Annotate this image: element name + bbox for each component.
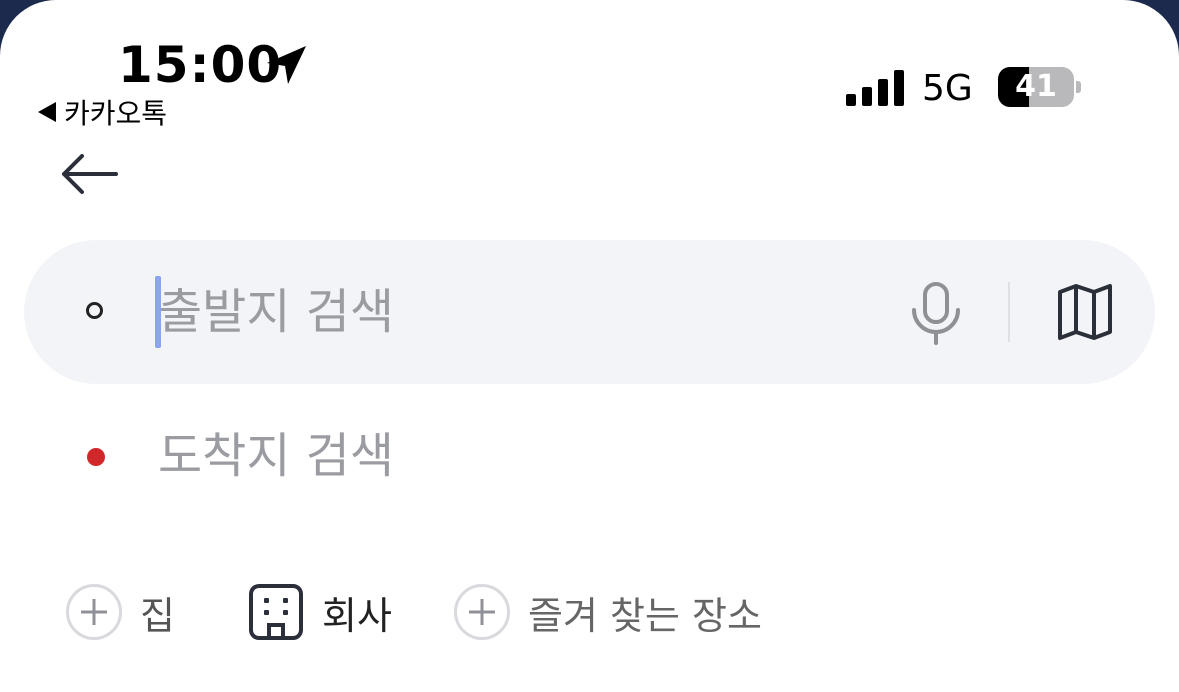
status-time: 15:00 bbox=[118, 36, 283, 94]
quick-place-label: 즐겨 찾는 장소 bbox=[528, 593, 762, 638]
plus-circle-icon bbox=[454, 584, 510, 640]
quick-place-favorites[interactable]: 즐겨 찾는 장소 bbox=[454, 582, 762, 642]
quick-place-label: 집 bbox=[140, 593, 175, 638]
quick-place-home[interactable]: 집 bbox=[66, 582, 175, 642]
plus-circle-icon bbox=[66, 584, 122, 640]
network-type: 5G bbox=[922, 68, 973, 109]
search-divider bbox=[1008, 282, 1010, 342]
back-to-app-link[interactable]: 카카오톡 bbox=[38, 92, 167, 132]
destination-search-input[interactable] bbox=[158, 414, 878, 498]
origin-dot-icon bbox=[86, 302, 103, 319]
destination-dot-icon bbox=[87, 448, 105, 466]
arrow-left-icon[interactable] bbox=[56, 146, 122, 202]
route-search-sheet: 15:00 카카오톡 5G 41 집 bbox=[0, 0, 1179, 692]
cellular-signal-icon bbox=[846, 70, 904, 106]
battery-level: 41 bbox=[1015, 69, 1057, 104]
origin-search-input[interactable] bbox=[158, 270, 878, 354]
back-app-label: 카카오톡 bbox=[64, 97, 168, 130]
text-caret bbox=[155, 276, 161, 348]
microphone-icon[interactable] bbox=[908, 280, 964, 346]
location-arrow-icon bbox=[267, 46, 306, 84]
battery-cap bbox=[1076, 81, 1081, 93]
map-icon[interactable] bbox=[1052, 282, 1118, 342]
building-icon bbox=[249, 584, 303, 640]
quick-place-work[interactable]: 회사 bbox=[248, 582, 392, 642]
quick-place-label: 회사 bbox=[322, 593, 392, 638]
back-triangle-icon bbox=[38, 102, 56, 122]
battery-icon: 41 bbox=[998, 67, 1074, 107]
